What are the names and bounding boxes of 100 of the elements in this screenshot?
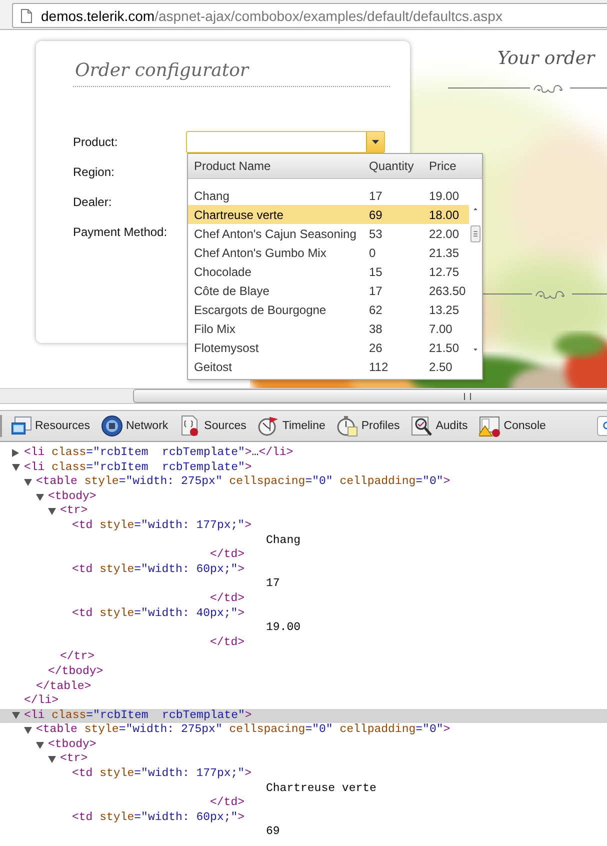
dom-node-text: <tbody> <box>48 738 96 752</box>
dom-node-text: </td> <box>210 636 245 650</box>
list-cell-text: Escargots de Bourgogne <box>194 302 328 316</box>
list-row[interactable]: Chef Anton's Gumbo Mix 0 21.35 <box>188 243 469 262</box>
text-content: 69 <box>266 825 280 840</box>
dom-node-text: <tr> <box>60 752 88 768</box>
dom-node-text: </tr> <box>60 650 95 665</box>
text-content: Chartreuse verte <box>266 782 376 796</box>
selected-row[interactable]: <li class="rcbItem rcbTemplate"> <box>0 708 607 724</box>
dom-node-text: <tbody> <box>48 490 96 504</box>
column-header[interactable]: Product Name <box>194 159 369 173</box>
disclosure-triangle-icon[interactable] <box>12 449 19 458</box>
list-cell-text: Chang <box>194 188 230 202</box>
list-cell-text: 17 <box>369 188 384 202</box>
list-cell-text: 17 <box>369 284 384 298</box>
list-cell-text: Chocolade <box>194 264 252 278</box>
horizontal-scrollbar[interactable] <box>0 388 607 404</box>
list-row[interactable]: Côte de Blaye 17 263.50 <box>188 281 469 300</box>
dom-row[interactable]: <li class="rcbItem rcbTemplate"> <box>0 460 607 476</box>
dom-node-text: </td> <box>210 548 245 563</box>
list-cell-text: 53 <box>369 226 384 240</box>
field-label: Dealer: <box>73 195 113 209</box>
list-row[interactable]: Chartreuse verte 69 18.00 <box>188 205 469 224</box>
dom-node-text: </table> <box>36 680 92 694</box>
list-row[interactable]: Geitost 112 2.50 <box>188 357 469 376</box>
clock-flag-icon <box>257 415 280 437</box>
dom-row[interactable]: <td style="width: 60px;"> <box>0 810 607 826</box>
list-cell-text: 26 <box>369 340 384 354</box>
list-cell-text: 12.75 <box>429 264 460 278</box>
disclosure-triangle-icon[interactable] <box>36 494 44 501</box>
dom-node-text: <td style="width: 40px;"> <box>72 606 245 622</box>
list-row[interactable]: Flotemysost 26 21.50 <box>188 338 469 357</box>
list-cell-text: Chef Anton's Cajun Seasoning <box>194 226 358 240</box>
disclosure-triangle-icon[interactable] <box>48 756 56 764</box>
list-cell-text: 18.00 <box>429 208 460 222</box>
dom-node-text: <table style="width: 275px" cellspacing="0" cellpadding="0"> <box>36 723 450 738</box>
globe-icon <box>100 415 123 437</box>
list-row[interactable]: Chocolade 15 12.75 <box>188 262 469 281</box>
dom-row[interactable]: <li class="rcbItem rcbTemplate">…</li> <box>0 446 607 461</box>
disclosure-triangle-icon[interactable] <box>12 712 20 720</box>
list-cell-text: 19.00 <box>429 188 460 202</box>
text-content: Chang <box>266 534 301 548</box>
list-cell-text: 0 <box>369 246 377 260</box>
dom-node-text: <td style="width: 177px;"> <box>72 767 252 782</box>
field-label: Product: <box>73 135 119 149</box>
dom-node-text: </li> <box>24 694 59 709</box>
dom-row[interactable]: <table style="width: 275px" cellspacing="0" cellpadding="0"> <box>0 723 607 738</box>
page-icon <box>21 8 32 22</box>
list-cell-text: Filo Mix <box>194 322 236 336</box>
dom-node-text: <li class="rcbItem rcbTemplate"> <box>24 460 252 476</box>
dom-node-text: <li class="rcbItem rcbTemplate">…</li> <box>24 446 294 461</box>
list-cell-text: 69 <box>369 208 384 222</box>
dom-row[interactable]: <tbody> <box>0 738 607 752</box>
dom-node-text: <td style="width: 60px;"> <box>72 810 245 826</box>
panel-tab[interactable]: Sources <box>179 415 246 437</box>
dom-row[interactable]: <tr> <box>0 504 607 519</box>
panel-tab[interactable]: Console <box>478 415 546 437</box>
list-cell-text: 21.35 <box>429 246 460 260</box>
list-cell-text: Geitost <box>194 360 234 374</box>
field-label: Region: <box>73 165 116 179</box>
column-header[interactable]: Quantity <box>369 159 429 173</box>
dom-row[interactable]: <table style="width: 275px" cellspacing="0" cellpadding="0"> <box>0 475 607 490</box>
panel-tab[interactable]: Timeline <box>257 415 326 437</box>
list-cell-text: Côte de Blaye <box>194 284 270 298</box>
disclosure-triangle-icon[interactable] <box>24 478 32 486</box>
panel-tab[interactable]: Profiles <box>336 415 400 437</box>
disclosure-triangle-icon[interactable] <box>36 742 44 749</box>
toolbar-divider-handle <box>0 415 2 437</box>
address-field[interactable]: demos.telerik.com/aspnet-ajax/combobox/examples/default/defaultcs.aspx <box>12 3 607 28</box>
panel-tab[interactable]: Network <box>100 415 168 437</box>
form-title: Order configurator <box>73 60 390 87</box>
list-cell-text: 38 <box>369 322 384 336</box>
panel-tab[interactable]: Resources <box>10 415 90 437</box>
dom-row[interactable]: <td style="width: 177px;"> <box>0 518 607 534</box>
disclosure-triangle-icon[interactable] <box>48 508 56 516</box>
list-row[interactable]: Escargots de Bourgogne 62 13.25 <box>188 300 469 319</box>
list-row[interactable]: Chef Anton's Cajun Seasoning 53 22.00 <box>188 224 469 243</box>
dom-node-text: <table style="width: 275px" cellspacing="0" cellpadding="0"> <box>36 475 450 490</box>
list-row[interactable]: Filo Mix 38 7.00 <box>188 319 469 338</box>
list-row[interactable]: Chang 17 19.00 <box>188 186 469 205</box>
list-cell-text: 62 <box>369 302 384 316</box>
field-label: Payment Method: <box>73 225 168 239</box>
dom-node-text: </td> <box>210 592 245 607</box>
column-header[interactable]: Price <box>429 159 469 173</box>
dom-row[interactable]: <td style="width: 60px;"> <box>0 562 607 578</box>
list-cell-text: Chef Anton's Gumbo Mix <box>194 246 328 260</box>
dom-node-text: <td style="width: 60px;"> <box>72 562 245 578</box>
dom-node-text: </tbody> <box>48 664 104 680</box>
list-cell-text: 13.25 <box>429 302 460 316</box>
dom-row[interactable]: <td style="width: 177px;"> <box>0 767 607 782</box>
list-cell-text: 263.50 <box>429 284 467 298</box>
dropdown-button[interactable] <box>366 132 384 152</box>
panel-tab[interactable]: Audits <box>410 415 468 437</box>
disclosure-triangle-icon[interactable] <box>24 727 32 734</box>
dom-row[interactable]: <td style="width: 40px;"> <box>0 606 607 622</box>
dom-node-text: <li class="rcbItem rcbTemplate"> <box>24 708 252 724</box>
disclosure-triangle-icon[interactable] <box>12 464 20 472</box>
dom-row[interactable]: <tr> <box>0 752 607 768</box>
dom-row[interactable]: <tbody> <box>0 490 607 504</box>
window-warning-icon <box>478 415 501 437</box>
